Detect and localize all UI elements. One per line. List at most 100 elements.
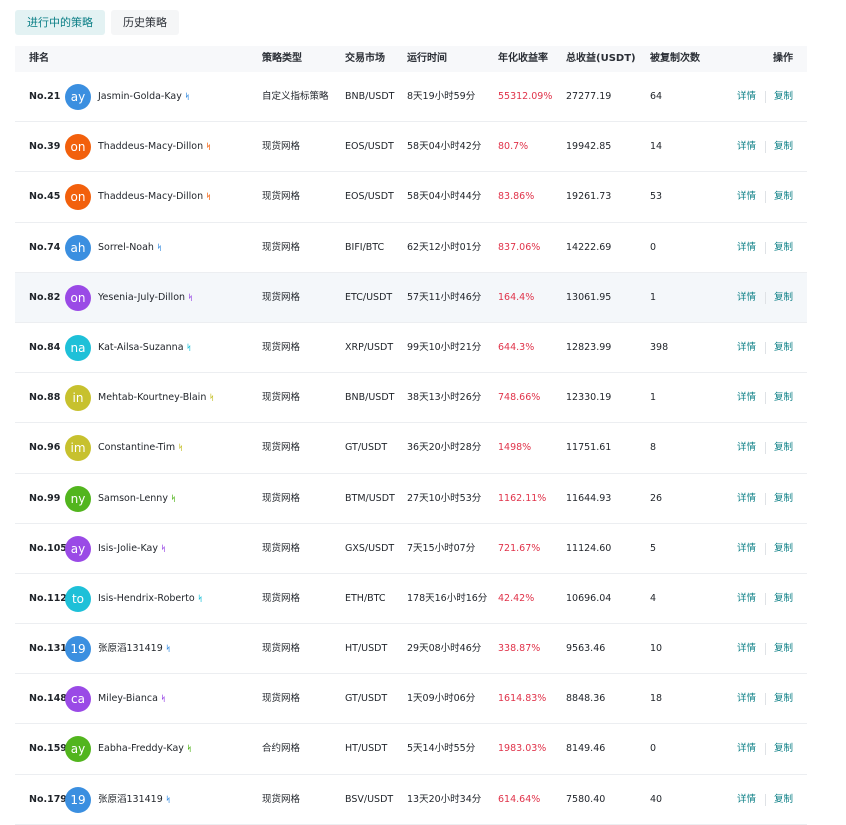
detail-link[interactable]: 详情 xyxy=(737,423,756,473)
rank-label: No.179 xyxy=(29,793,67,805)
level-badge-icon: ᛋ xyxy=(160,543,166,553)
strategy-type: 现货网格 xyxy=(262,392,301,404)
detail-link[interactable]: 详情 xyxy=(737,122,756,172)
copy-link[interactable]: 复制 xyxy=(774,373,793,423)
level-badge-icon: ᛋ xyxy=(170,493,176,503)
avatar[interactable]: to xyxy=(65,585,91,612)
annual-rate: 80.7% xyxy=(498,141,529,153)
runtime: 57天11小时46分 xyxy=(407,291,482,303)
copy-link[interactable]: 复制 xyxy=(774,574,793,624)
detail-link[interactable]: 详情 xyxy=(737,223,756,273)
detail-link[interactable]: 详情 xyxy=(737,373,756,423)
trader-name[interactable]: Miley-Bianca xyxy=(98,693,158,704)
copy-link[interactable]: 复制 xyxy=(774,223,793,273)
avatar[interactable]: ah xyxy=(65,234,91,261)
copy-link[interactable]: 复制 xyxy=(774,775,793,825)
trader-name[interactable]: Constantine-Tim xyxy=(98,442,175,453)
table-row: No.96 im Constantine-Tim ᛋ 现货网格 GT/USDT 3… xyxy=(15,423,807,474)
trader-name-cell[interactable]: Constantine-Tim ᛋ xyxy=(98,423,183,473)
trader-name-cell[interactable]: Mehtab-Kourtney-Blain ᛋ xyxy=(98,373,214,423)
detail-link[interactable]: 详情 xyxy=(737,323,756,373)
trader-name-cell[interactable]: Thaddeus-Macy-Dillon ᛋ xyxy=(98,172,211,222)
level-badge-icon: ᛋ xyxy=(165,644,171,654)
trader-name-cell[interactable]: 张原滔131419 ᛋ xyxy=(98,624,171,674)
annual-rate: 1162.11% xyxy=(498,492,547,504)
trader-name-cell[interactable]: Yesenia-July-Dillon ᛋ xyxy=(98,273,193,323)
annual-rate: 55312.09% xyxy=(498,91,553,102)
level-badge-icon: ᛋ xyxy=(186,342,192,352)
avatar[interactable]: ny xyxy=(65,485,91,512)
trader-name[interactable]: Mehtab-Kourtney-Blain xyxy=(98,392,206,403)
copy-link[interactable]: 复制 xyxy=(774,323,793,373)
copy-link[interactable]: 复制 xyxy=(774,524,793,574)
avatar[interactable]: on xyxy=(65,134,91,161)
trader-name-cell[interactable]: Thaddeus-Macy-Dillon ᛋ xyxy=(98,122,211,172)
detail-link[interactable]: 详情 xyxy=(737,273,756,323)
trader-name[interactable]: Yesenia-July-Dillon xyxy=(98,292,185,303)
copy-link[interactable]: 复制 xyxy=(774,172,793,222)
avatar[interactable]: on xyxy=(65,284,91,311)
detail-link[interactable]: 详情 xyxy=(737,172,756,222)
copy-link[interactable]: 复制 xyxy=(774,624,793,674)
avatar[interactable]: ay xyxy=(65,535,91,562)
copy-count: 14 xyxy=(650,141,663,153)
trader-name[interactable]: Jasmin-Golda-Kay xyxy=(98,91,182,102)
trader-name-cell[interactable]: Jasmin-Golda-Kay ᛋ xyxy=(98,72,190,122)
avatar[interactable]: im xyxy=(65,435,91,462)
detail-link[interactable]: 详情 xyxy=(737,574,756,624)
trader-name[interactable]: Sorrel-Noah xyxy=(98,242,154,253)
trader-name[interactable]: Thaddeus-Macy-Dillon xyxy=(98,141,203,152)
copy-link[interactable]: 复制 xyxy=(774,273,793,323)
trader-name[interactable]: Thaddeus-Macy-Dillon xyxy=(98,191,203,202)
table-row: No.84 na Kat-Ailsa-Suzanna ᛋ 现货网格 XRP/USD… xyxy=(15,323,807,374)
detail-link[interactable]: 详情 xyxy=(737,724,756,774)
trader-name[interactable]: Isis-Jolie-Kay xyxy=(98,543,158,554)
trader-name[interactable]: Eabha-Freddy-Kay xyxy=(98,743,184,754)
trader-name-cell[interactable]: Isis-Hendrix-Roberto ᛋ xyxy=(98,574,203,624)
trader-name[interactable]: Kat-Ailsa-Suzanna xyxy=(98,342,184,353)
detail-link[interactable]: 详情 xyxy=(737,474,756,524)
avatar[interactable]: 19 xyxy=(65,636,91,663)
detail-link[interactable]: 详情 xyxy=(737,674,756,724)
rank-label: No.21 xyxy=(29,91,61,102)
action-divider xyxy=(765,141,766,154)
avatar[interactable]: ca xyxy=(65,686,91,713)
runtime: 36天20小时28分 xyxy=(407,442,482,454)
copy-link[interactable]: 复制 xyxy=(774,474,793,524)
detail-link[interactable]: 详情 xyxy=(737,72,756,122)
avatar[interactable]: 19 xyxy=(65,786,91,813)
trader-name-cell[interactable]: Isis-Jolie-Kay ᛋ xyxy=(98,524,166,574)
trader-name[interactable]: Samson-Lenny xyxy=(98,493,168,504)
avatar[interactable]: in xyxy=(65,385,91,412)
avatar[interactable]: ay xyxy=(65,736,91,763)
copy-link[interactable]: 复制 xyxy=(774,72,793,122)
avatar[interactable]: na xyxy=(65,334,91,361)
trader-name-cell[interactable]: Kat-Ailsa-Suzanna ᛋ xyxy=(98,323,191,373)
trader-name[interactable]: Isis-Hendrix-Roberto xyxy=(98,593,195,604)
trader-name[interactable]: 张原滔131419 xyxy=(98,794,163,805)
tab-history-strategies[interactable]: 历史策略 xyxy=(111,10,179,35)
copy-link[interactable]: 复制 xyxy=(774,122,793,172)
trader-name-cell[interactable]: Sorrel-Noah ᛋ xyxy=(98,223,162,273)
action-divider xyxy=(765,693,766,706)
trader-name-cell[interactable]: Eabha-Freddy-Kay ᛋ xyxy=(98,724,192,774)
header-rank: 排名 xyxy=(29,53,49,64)
tab-running-strategies[interactable]: 进行中的策略 xyxy=(15,10,105,35)
annual-rate: 614.64% xyxy=(498,793,541,805)
runtime: 1天09小时06分 xyxy=(407,693,476,705)
avatar[interactable]: ay xyxy=(65,84,91,110)
detail-link[interactable]: 详情 xyxy=(737,624,756,674)
trader-name-cell[interactable]: 张原滔131419 ᛋ xyxy=(98,775,171,825)
level-badge-icon: ᛋ xyxy=(206,192,211,202)
trader-name[interactable]: 张原滔131419 xyxy=(98,643,163,654)
detail-link[interactable]: 详情 xyxy=(737,775,756,825)
detail-link[interactable]: 详情 xyxy=(737,524,756,574)
copy-link[interactable]: 复制 xyxy=(774,423,793,473)
copy-link[interactable]: 复制 xyxy=(774,674,793,724)
trader-name-cell[interactable]: Samson-Lenny ᛋ xyxy=(98,474,176,524)
copy-count: 10 xyxy=(650,643,663,655)
annual-rate: 1498% xyxy=(498,442,532,454)
avatar[interactable]: on xyxy=(65,184,91,211)
copy-link[interactable]: 复制 xyxy=(774,724,793,774)
trader-name-cell[interactable]: Miley-Bianca ᛋ xyxy=(98,674,166,724)
